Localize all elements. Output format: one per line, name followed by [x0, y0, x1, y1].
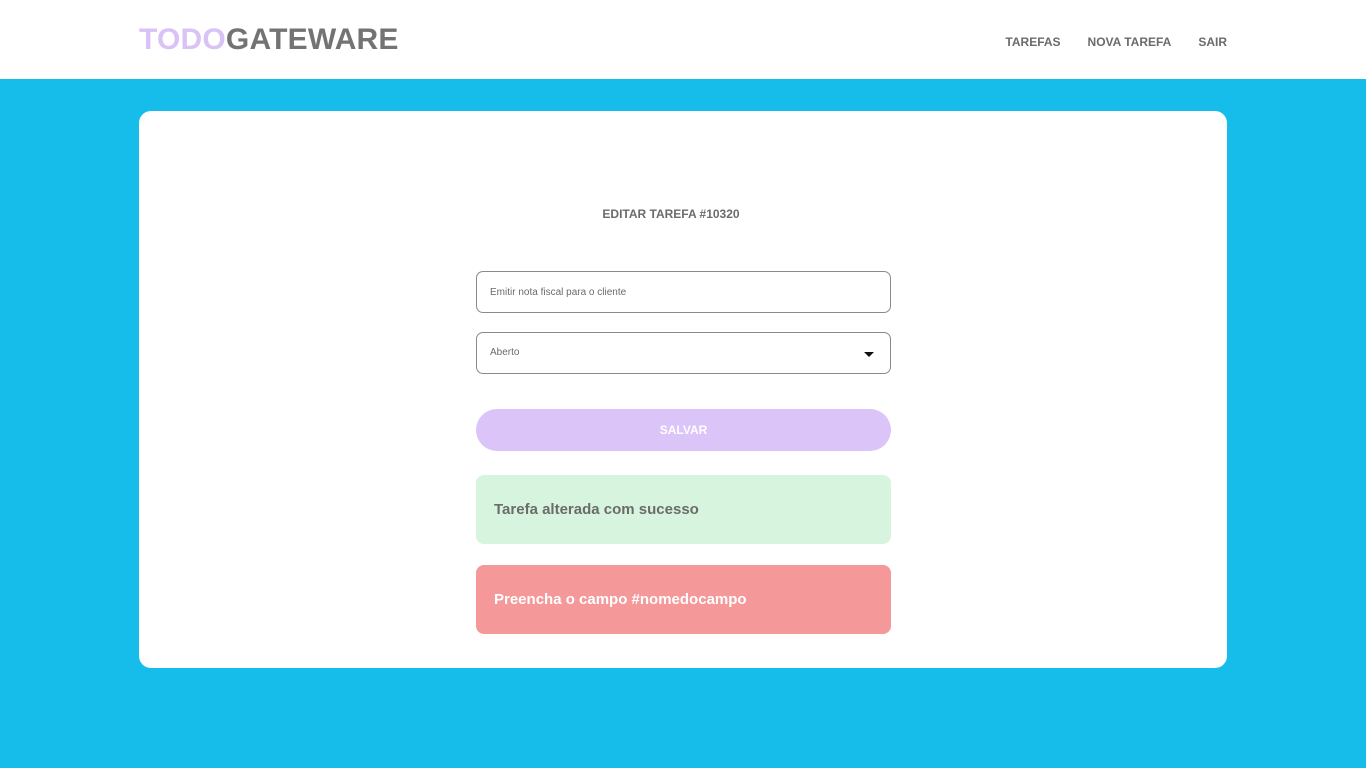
status-select-value: Aberto	[490, 347, 520, 358]
caret-down-icon	[864, 352, 874, 357]
nav-link-tarefas[interactable]: TAREFAS	[1005, 34, 1060, 50]
main-nav: TAREFAS NOVA TAREFA SAIR	[1005, 34, 1227, 50]
status-select[interactable]: Aberto	[476, 332, 891, 374]
logo[interactable]: TODOGATEWARE	[139, 22, 399, 58]
task-description-input[interactable]	[477, 272, 890, 312]
success-alert-text: Tarefa alterada com sucesso	[494, 501, 699, 518]
edit-task-card: EDITAR TAREFA #10320 Aberto SALVAR Taref…	[139, 111, 1227, 668]
top-header: TODOGATEWARE TAREFAS NOVA TAREFA SAIR	[0, 0, 1366, 79]
task-description-field[interactable]	[476, 271, 891, 313]
nav-link-nova-tarefa[interactable]: NOVA TAREFA	[1088, 34, 1172, 50]
nav-link-sair[interactable]: SAIR	[1198, 34, 1227, 50]
logo-gateware: GATEWARE	[225, 23, 399, 56]
success-alert: Tarefa alterada com sucesso	[476, 475, 891, 544]
form-title: EDITAR TAREFA #10320	[602, 207, 740, 221]
logo-todo: TODO	[139, 23, 226, 56]
error-alert: Preencha o campo #nomedocampo	[476, 565, 891, 634]
save-button[interactable]: SALVAR	[476, 409, 891, 451]
error-alert-text: Preencha o campo #nomedocampo	[494, 591, 747, 608]
